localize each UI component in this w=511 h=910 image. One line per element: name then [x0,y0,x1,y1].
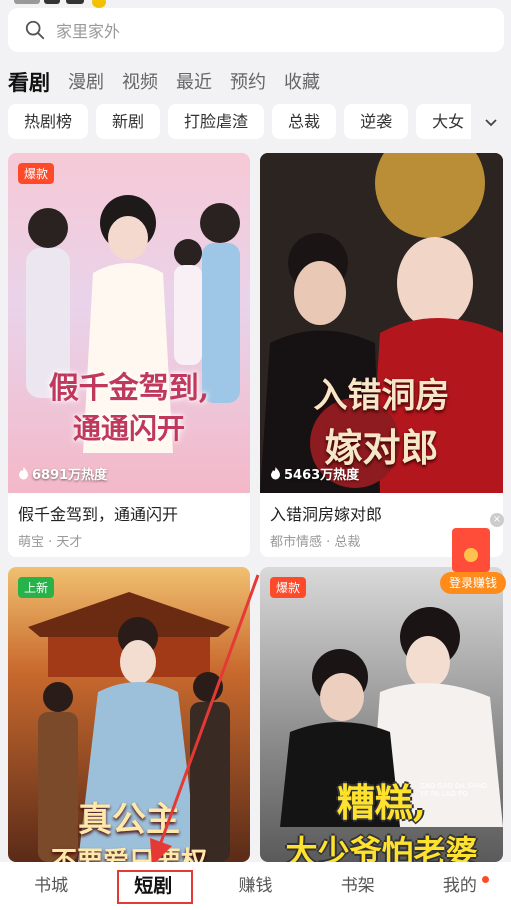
heat-counter: 5463万热度 [270,464,359,483]
hot-badge: 爆款 [270,577,307,598]
notification-dot [482,876,490,883]
flame-icon [19,467,28,480]
expand-chips-button[interactable] [471,104,511,140]
drama-poster: 糟糕, 大少爷怕老婆 ZAO GAO DA SHAO YE PA LAO PO … [260,567,503,862]
nav-bookshelf[interactable]: 书架 [307,862,409,910]
nav-earn[interactable]: 赚钱 [204,862,306,910]
poster-title-line: 假千金驾到, [48,371,210,406]
red-envelope-icon [452,528,490,572]
poster-title-line: 不要爱只要权 [50,847,207,862]
poster-title: 真公主 不要爱只要权 [8,792,250,862]
poster-title-line: 入错洞房 [313,376,450,416]
close-icon[interactable]: × [490,513,504,527]
status-icon [44,0,60,4]
tab-watch[interactable]: 看剧 [8,68,50,98]
chip-comeback[interactable]: 逆袭 [344,104,409,139]
tab-manga-drama[interactable]: 漫剧 [68,68,104,98]
search-placeholder[interactable]: 家里家外 [56,18,120,42]
hot-badge: 爆款 [18,163,55,184]
poster-title-line: 糟糕, [336,780,427,825]
chevron-down-icon [485,119,497,127]
heat-counter: 6891万热度 [18,464,107,483]
status-bar [0,0,511,8]
heat-value: 5463万热度 [284,468,360,483]
flame-icon [271,467,280,480]
poster-title-line: 真公主 [78,800,180,840]
status-icon [66,0,84,4]
drama-poster: 假千金驾到, 通通闪开 爆款 6891万热度 [8,153,250,493]
drama-poster: 入错洞房 嫁对郎 5463万热度 [260,153,503,493]
drama-poster: 真公主 不要爱只要权 上新 [8,567,250,862]
search-bar[interactable]: 家里家外 [8,8,504,52]
new-badge: 上新 [18,577,55,598]
tab-favorites[interactable]: 收藏 [284,68,320,98]
drama-tags: 萌宝 · 天才 [18,535,83,550]
search-icon [25,20,45,40]
drama-card[interactable]: 假千金驾到, 通通闪开 爆款 6891万热度 假千金驾到，通通闪开 萌宝 · 天… [8,153,250,557]
login-reward-label[interactable]: 登录赚钱 [440,572,506,594]
nav-mine[interactable]: 我的 [409,862,511,910]
chip-ceo[interactable]: 总裁 [272,104,337,139]
poster-title: 入错洞房 嫁对郎 [260,368,503,472]
status-icon [92,0,106,8]
chip-face-slap[interactable]: 打脸虐渣 [168,104,265,139]
poster-title: 假千金驾到, 通通闪开 [8,363,250,447]
drama-title[interactable]: 假千金驾到，通通闪开 [18,501,240,525]
heat-value: 6891万热度 [32,468,108,483]
drama-card[interactable]: 真公主 不要爱只要权 上新 [8,567,250,862]
chip-hot-list[interactable]: 热剧榜 [8,104,89,139]
top-tabs: 看剧 漫剧 视频 最近 预约 收藏 [8,64,338,98]
poster-subtitle: ZAO GAO DA SHAO YE PA LAO PO [420,782,488,798]
tab-reserve[interactable]: 预约 [230,68,266,98]
nav-bookstore[interactable]: 书城 [0,862,102,910]
nav-mine-label: 我的 [442,876,477,896]
drama-card[interactable]: 入错洞房 嫁对郎 5463万热度 入错洞房嫁对郎 都市情感 · 总裁 [260,153,503,557]
status-icon [14,0,40,4]
annotation-highlight [117,870,193,904]
tab-video[interactable]: 视频 [122,68,158,98]
tab-recent[interactable]: 最近 [176,68,212,98]
category-chips: 热剧榜 新剧 打脸虐渣 总裁 逆袭 大女 [8,104,511,140]
bottom-nav: 书城 短剧 赚钱 书架 我的 [0,862,511,910]
chip-new[interactable]: 新剧 [96,104,161,139]
poster-title-line: 通通闪开 [72,412,185,445]
poster-title-line: 大少爷怕老婆 [285,833,478,862]
drama-card[interactable]: 糟糕, 大少爷怕老婆 ZAO GAO DA SHAO YE PA LAO PO … [260,567,503,862]
